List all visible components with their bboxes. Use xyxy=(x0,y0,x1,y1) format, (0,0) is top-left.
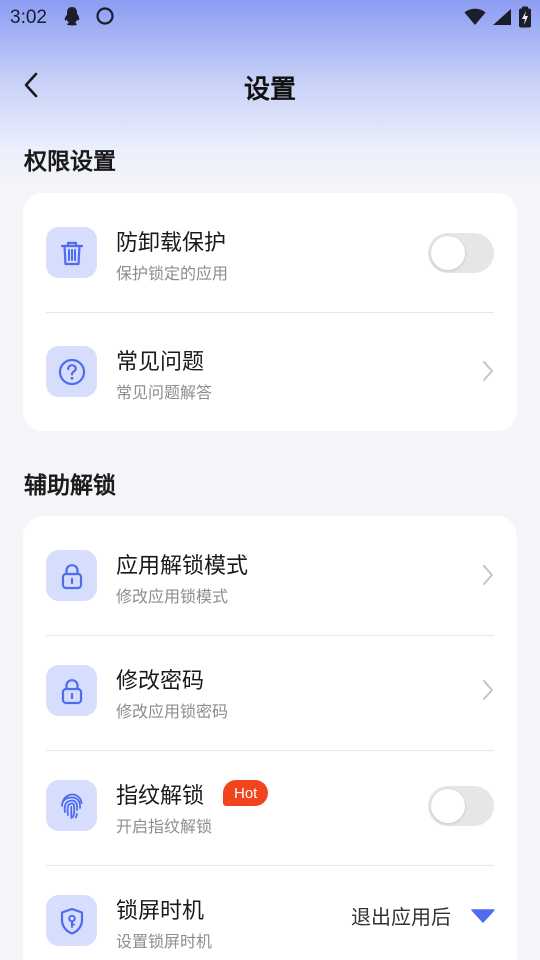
section-title-assisted-unlock: 辅助解锁 xyxy=(24,473,116,499)
hot-badge: Hot xyxy=(223,780,269,806)
permissions-card: 防卸载保护 保护锁定的应用 常见问题 常见问题解答 xyxy=(23,193,517,431)
caret-down-icon[interactable] xyxy=(471,908,495,924)
setting-subtitle: 常见问题解答 xyxy=(116,383,213,402)
question-icon xyxy=(46,346,97,397)
trash-icon xyxy=(46,227,97,278)
section-title-permissions: 权限设置 xyxy=(24,149,116,175)
back-button[interactable] xyxy=(16,72,46,102)
setting-subtitle: 修改应用锁模式 xyxy=(116,587,229,606)
lock-timing-select-value[interactable]: 退出应用后 xyxy=(351,901,451,930)
toggle-knob xyxy=(431,236,465,270)
status-time: 3:02 xyxy=(10,7,47,28)
setting-subtitle: 设置锁屏时机 xyxy=(116,932,213,951)
chevron-left-icon xyxy=(23,72,39,102)
setting-title: 常见问题 xyxy=(116,350,205,375)
status-bar: 3:02 xyxy=(0,0,540,36)
wifi-icon xyxy=(464,8,486,30)
page-title: 设置 xyxy=(243,74,296,105)
setting-title: 防卸载保护 xyxy=(116,231,227,256)
chevron-right-icon xyxy=(481,679,495,701)
setting-title: 锁屏时机 xyxy=(116,899,205,924)
setting-row-uninstall-protection[interactable]: 防卸载保护 保护锁定的应用 xyxy=(23,193,517,308)
lock-icon xyxy=(46,550,97,601)
battery-charging-icon xyxy=(518,6,532,32)
setting-row-lock-timing[interactable]: 锁屏时机 设置锁屏时机 退出应用后 xyxy=(23,861,517,960)
setting-row-faq[interactable]: 常见问题 常见问题解答 xyxy=(23,312,517,427)
setting-subtitle: 开启指纹解锁 xyxy=(116,817,213,836)
qq-penguin-icon xyxy=(63,6,81,30)
uninstall-protection-toggle[interactable] xyxy=(428,233,494,273)
setting-row-change-password[interactable]: 修改密码 修改应用锁密码 xyxy=(23,631,517,746)
setting-subtitle: 保护锁定的应用 xyxy=(116,264,229,283)
circle-icon xyxy=(95,6,115,30)
signal-icon xyxy=(492,8,512,30)
app-header: 设置 xyxy=(0,56,540,118)
setting-row-unlock-mode[interactable]: 应用解锁模式 修改应用锁模式 xyxy=(23,516,517,631)
setting-row-fingerprint-unlock[interactable]: 指纹解锁 Hot 开启指纹解锁 xyxy=(23,746,517,861)
setting-title: 应用解锁模式 xyxy=(116,554,249,579)
fingerprint-icon xyxy=(46,780,97,831)
lock-icon xyxy=(46,665,97,716)
setting-title: 指纹解锁 xyxy=(116,784,205,809)
toggle-knob xyxy=(431,789,465,823)
chevron-right-icon xyxy=(481,360,495,382)
chevron-right-icon xyxy=(481,564,495,586)
setting-title: 修改密码 xyxy=(116,669,205,694)
fingerprint-unlock-toggle[interactable] xyxy=(428,786,494,826)
setting-subtitle: 修改应用锁密码 xyxy=(116,702,229,721)
shield-key-icon xyxy=(46,895,97,946)
assisted-unlock-card: 应用解锁模式 修改应用锁模式 修改密码 修改应用锁密码 指纹解锁 Hot 开启指… xyxy=(23,516,517,960)
